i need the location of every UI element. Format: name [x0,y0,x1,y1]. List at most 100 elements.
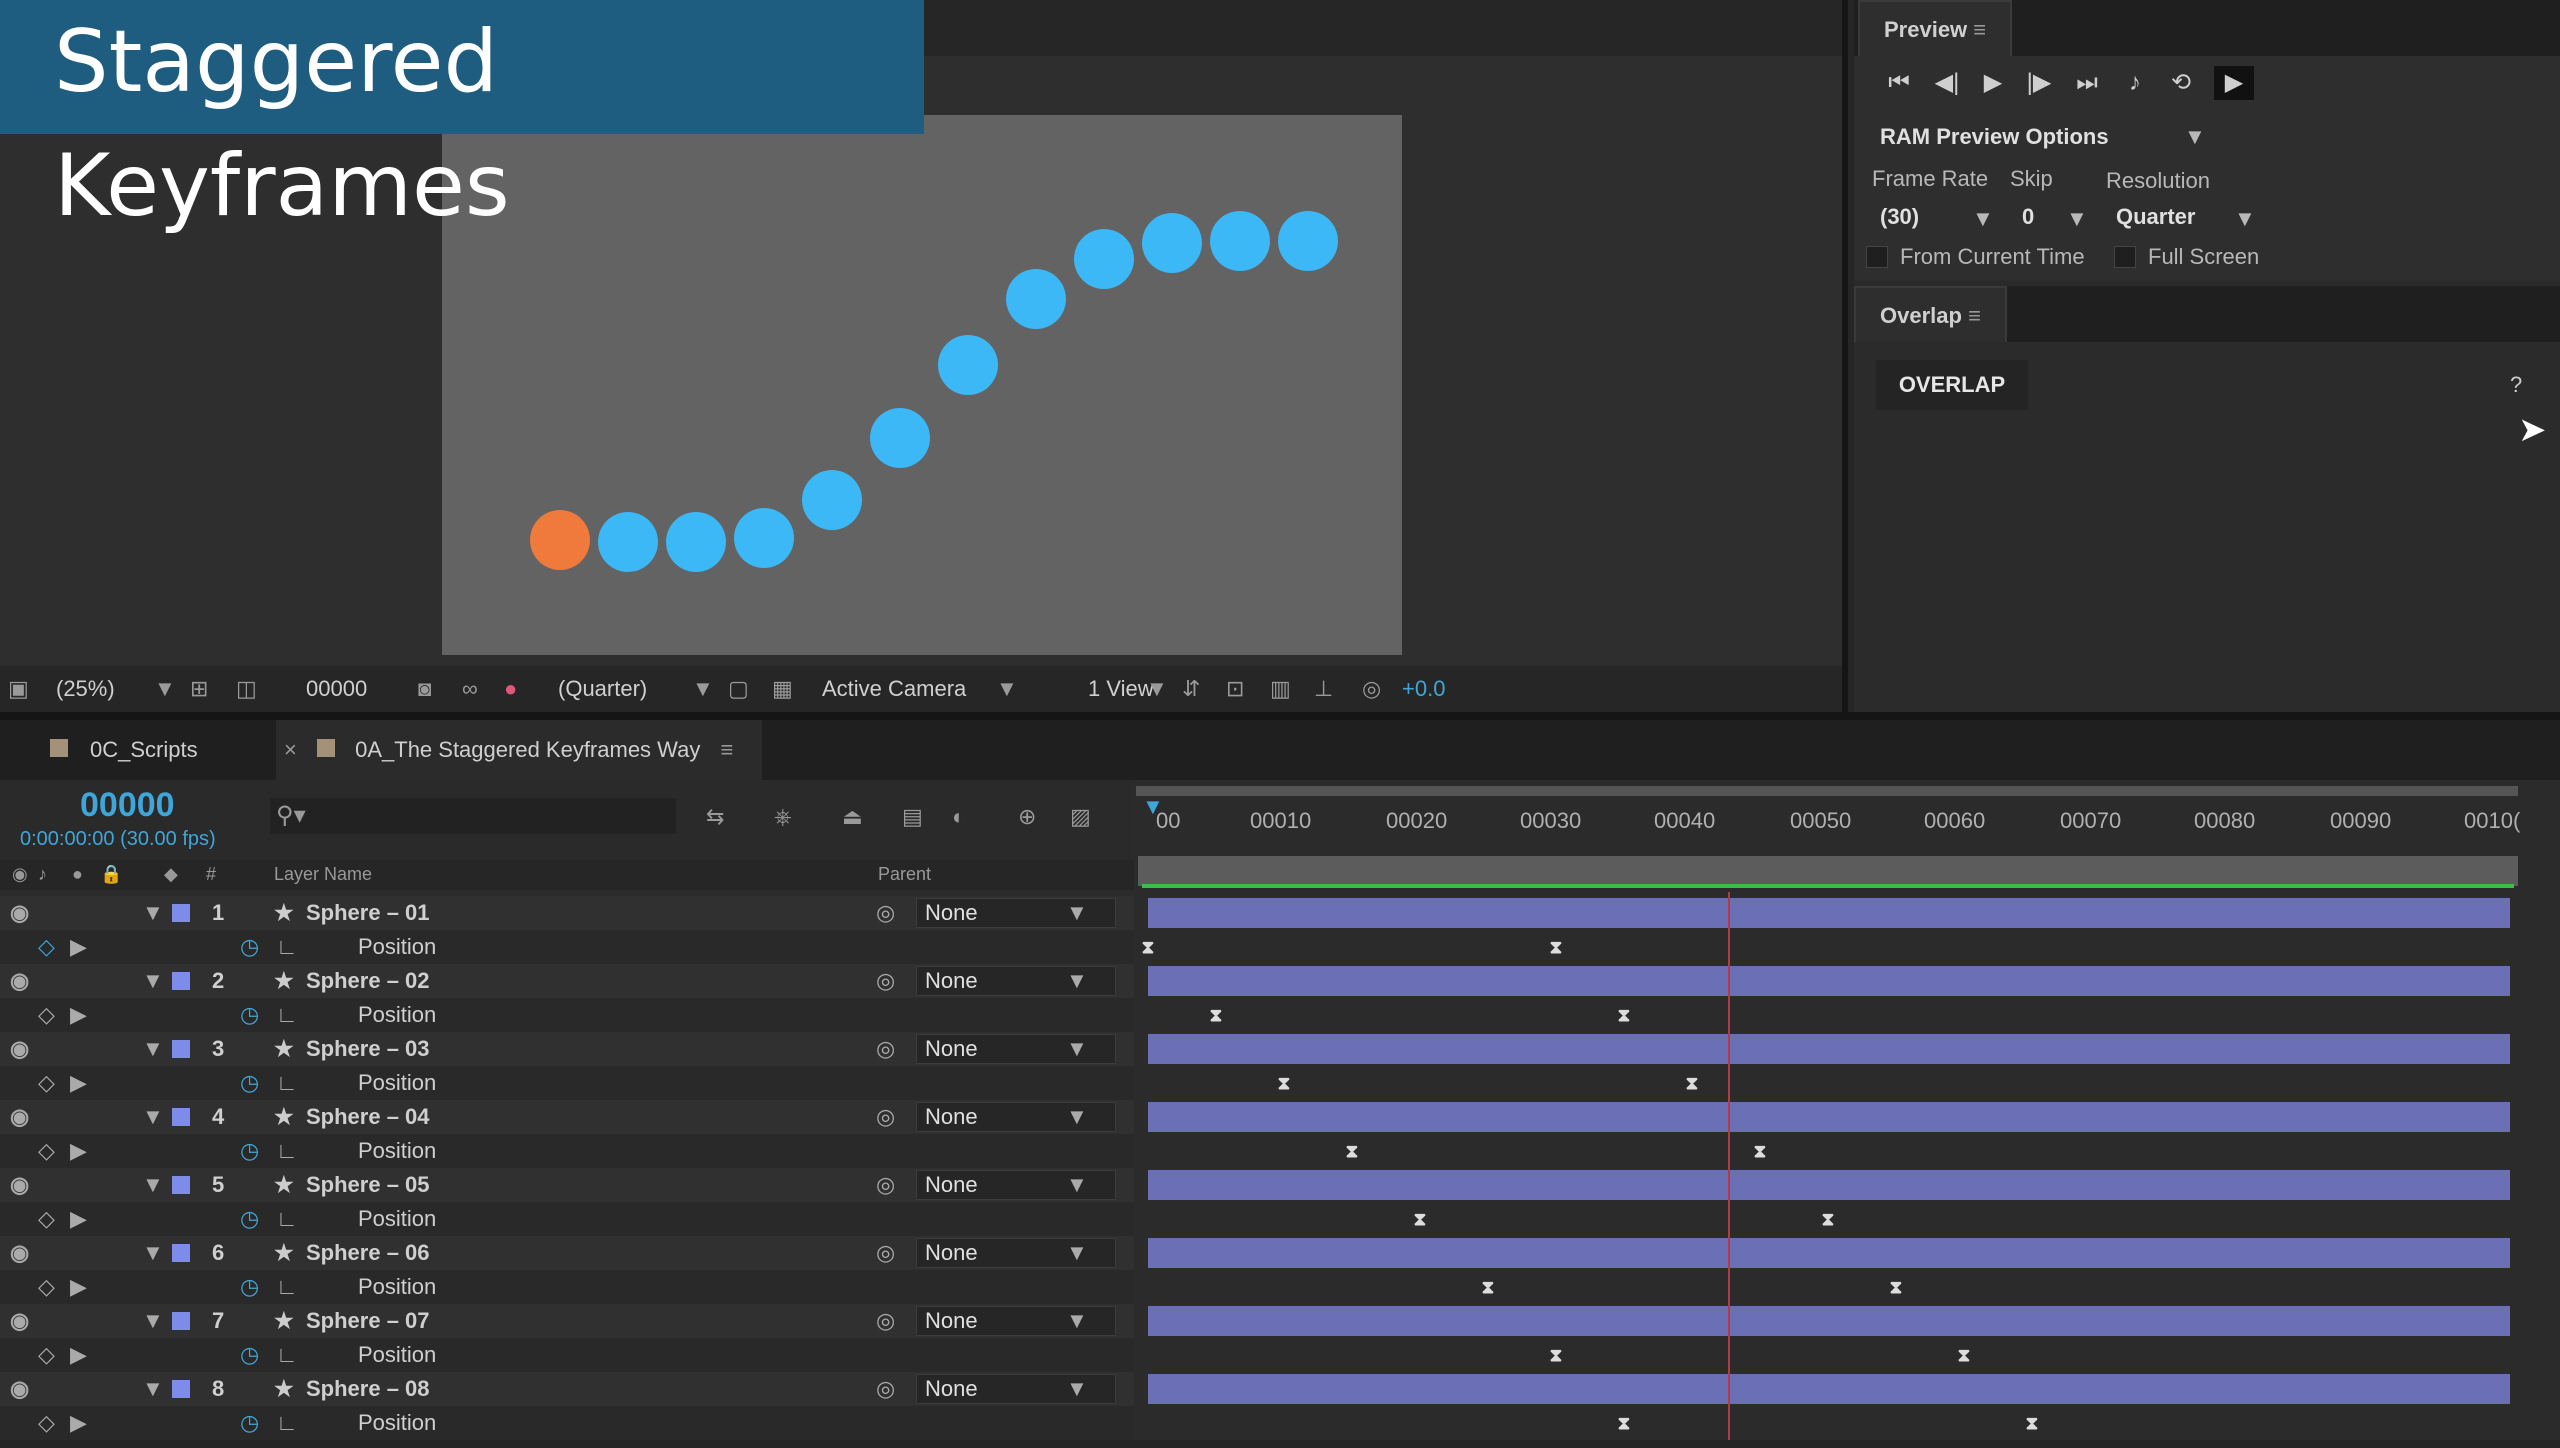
loop-icon[interactable]: ⟲ [2166,66,2196,100]
triangle-right-icon[interactable]: ▶ [70,1406,87,1440]
triangle-down-icon[interactable]: ▼ [142,1304,164,1338]
chevron-down-icon[interactable]: ▼ [1066,1168,1088,1202]
help-button[interactable]: ? [2510,372,2522,398]
layer-duration-bar[interactable] [1148,1306,2510,1336]
keyframe-icon[interactable]: ⧗ [1410,1209,1430,1229]
layer-duration-bar[interactable] [1148,1034,2510,1064]
triangle-right-icon[interactable]: ▶ [70,1270,87,1304]
lock-icon[interactable]: 🔒 [100,864,122,885]
property-row[interactable]: ◇ ▶ ◷ ∟ Position [0,998,1134,1032]
work-area-strip[interactable] [1138,856,2518,886]
stopwatch-icon[interactable]: ◷ [240,998,259,1032]
hide-shy-layers-icon[interactable]: ⏏ [842,804,863,830]
layer-duration-bar[interactable] [1148,1238,2510,1268]
chevron-down-icon[interactable]: ▼ [1066,1372,1088,1406]
pickwhip-icon[interactable]: ◎ [876,1100,895,1134]
keyframe-icon[interactable]: ⧗ [1478,1277,1498,1297]
triangle-right-icon[interactable]: ▶ [70,1338,87,1372]
label-color-swatch[interactable] [172,904,190,922]
keyframe-nav-icon[interactable]: ◇ [38,930,55,964]
keyframe-nav-icon[interactable]: ◇ [38,1338,55,1372]
fast-preview-icon[interactable]: ⊡ [1226,676,1244,702]
current-time[interactable]: 00000 [80,786,175,825]
transparency-grid-icon[interactable]: ▦ [772,676,793,702]
layer-name[interactable]: Sphere – 06 [306,1236,430,1270]
pickwhip-icon[interactable]: ◎ [876,1304,895,1338]
chevron-down-icon[interactable]: ▼ [1146,676,1168,702]
stopwatch-icon[interactable]: ◷ [240,1270,259,1304]
property-row[interactable]: ◇ ▶ ◷ ∟ Position [0,1406,1134,1440]
triangle-down-icon[interactable]: ▼ [142,1236,164,1270]
ram-preview-icon[interactable]: ▶ [2214,66,2254,100]
keyframe-icon[interactable]: ⧗ [1682,1073,1702,1093]
menu-icon[interactable]: ≡ [720,737,733,762]
layer-name[interactable]: Sphere – 05 [306,1168,430,1202]
sphere-10[interactable] [1142,213,1202,273]
keyframe-icon[interactable]: ⧗ [1614,1413,1634,1433]
graph-icon[interactable]: ∟ [276,930,298,964]
keyframe-nav-icon[interactable]: ◇ [38,1202,55,1236]
stopwatch-icon[interactable]: ◷ [240,1338,259,1372]
resolution-select[interactable]: Quarter [2116,204,2195,230]
pickwhip-icon[interactable]: ◎ [876,1032,895,1066]
zoom-select[interactable]: (25%) [56,676,115,702]
region-icon[interactable]: ▢ [728,676,749,702]
sphere-08[interactable] [1006,269,1066,329]
eye-icon[interactable]: ◉ [10,1372,29,1406]
eye-icon[interactable]: ◉ [10,1168,29,1202]
next-frame-icon[interactable]: |▶ [2024,66,2054,100]
eye-icon[interactable]: ◉ [10,896,29,930]
first-frame-icon[interactable]: ⏮ [1884,66,1914,100]
graph-icon[interactable]: ∟ [276,1270,298,1304]
graph-editor-icon[interactable]: ▨ [1070,804,1091,830]
chevron-down-icon[interactable]: ▼ [1066,1236,1088,1270]
chevron-down-icon[interactable]: ▼ [692,676,714,702]
close-icon[interactable]: × [284,737,297,762]
frame-rate-select[interactable]: (30) [1880,204,1919,230]
layer-duration-bar[interactable] [1148,898,2510,928]
triangle-right-icon[interactable]: ▶ [70,1134,87,1168]
chevron-down-icon[interactable]: ▼ [1972,206,1994,232]
keyframe-nav-icon[interactable]: ◇ [38,1270,55,1304]
keyframe-nav-icon[interactable]: ◇ [38,998,55,1032]
graph-icon[interactable]: ∟ [276,998,298,1032]
chevron-down-icon[interactable]: ▼ [1066,1032,1088,1066]
chevron-down-icon[interactable]: ▼ [1066,1100,1088,1134]
chevron-down-icon[interactable]: ▼ [2234,206,2256,232]
triangle-down-icon[interactable]: ▼ [142,1168,164,1202]
tab-overlap[interactable]: Overlap ≡ [1854,286,2007,342]
chevron-down-icon[interactable]: ▼ [154,676,176,702]
grid-icon[interactable]: ⊞ [190,676,208,702]
from-current-time-checkbox[interactable] [1866,246,1888,268]
tab-preview[interactable]: Preview ≡ [1858,0,2013,56]
label-color-swatch[interactable] [172,1312,190,1330]
tab-0a-staggered-keyframes[interactable]: × 0A_The Staggered Keyframes Way ≡ [276,720,762,780]
mask-icon[interactable]: ◫ [236,676,257,702]
stopwatch-icon[interactable]: ◷ [240,1066,259,1100]
layer-name[interactable]: Sphere – 04 [306,1100,430,1134]
property-row[interactable]: ◇ ▶ ◷ ∟ Position [0,1270,1134,1304]
label-color-swatch[interactable] [172,1244,190,1262]
comp-mini-flowchart-icon[interactable]: ⇆ [706,804,724,830]
layer-row[interactable]: ◉ ▼ 5 ★ Sphere – 05 ◎ None ▼ [0,1168,1134,1202]
camera-icon[interactable]: ◙ [418,676,431,702]
layer-name[interactable]: Sphere – 03 [306,1032,430,1066]
keyframe-nav-icon[interactable]: ◇ [38,1406,55,1440]
overlap-button[interactable]: OVERLAP [1876,360,2028,410]
layer-name[interactable]: Sphere – 08 [306,1372,430,1406]
layer-duration-bar[interactable] [1148,1374,2510,1404]
property-row[interactable]: ◇ ▶ ◷ ∟ Position [0,1202,1134,1236]
chevron-down-icon[interactable]: ▼ [996,676,1018,702]
motion-blur-icon[interactable]: ◐ [952,804,965,830]
tab-0c-scripts[interactable]: 0C_Scripts [90,720,198,780]
keyframe-icon[interactable]: ⧗ [1954,1345,1974,1365]
triangle-right-icon[interactable]: ▶ [70,1066,87,1100]
exposure-icon[interactable]: ◎ [1362,676,1381,702]
stopwatch-icon[interactable]: ◷ [240,1406,259,1440]
ram-preview-options-select[interactable]: RAM Preview Options [1880,124,2109,150]
viewer-timecode[interactable]: 00000 [306,676,367,702]
label-icon[interactable]: ◆ [164,864,178,885]
layer-duration-bar[interactable] [1148,1102,2510,1132]
triangle-down-icon[interactable]: ▼ [142,896,164,930]
keyframe-icon[interactable]: ⧗ [1818,1209,1838,1229]
